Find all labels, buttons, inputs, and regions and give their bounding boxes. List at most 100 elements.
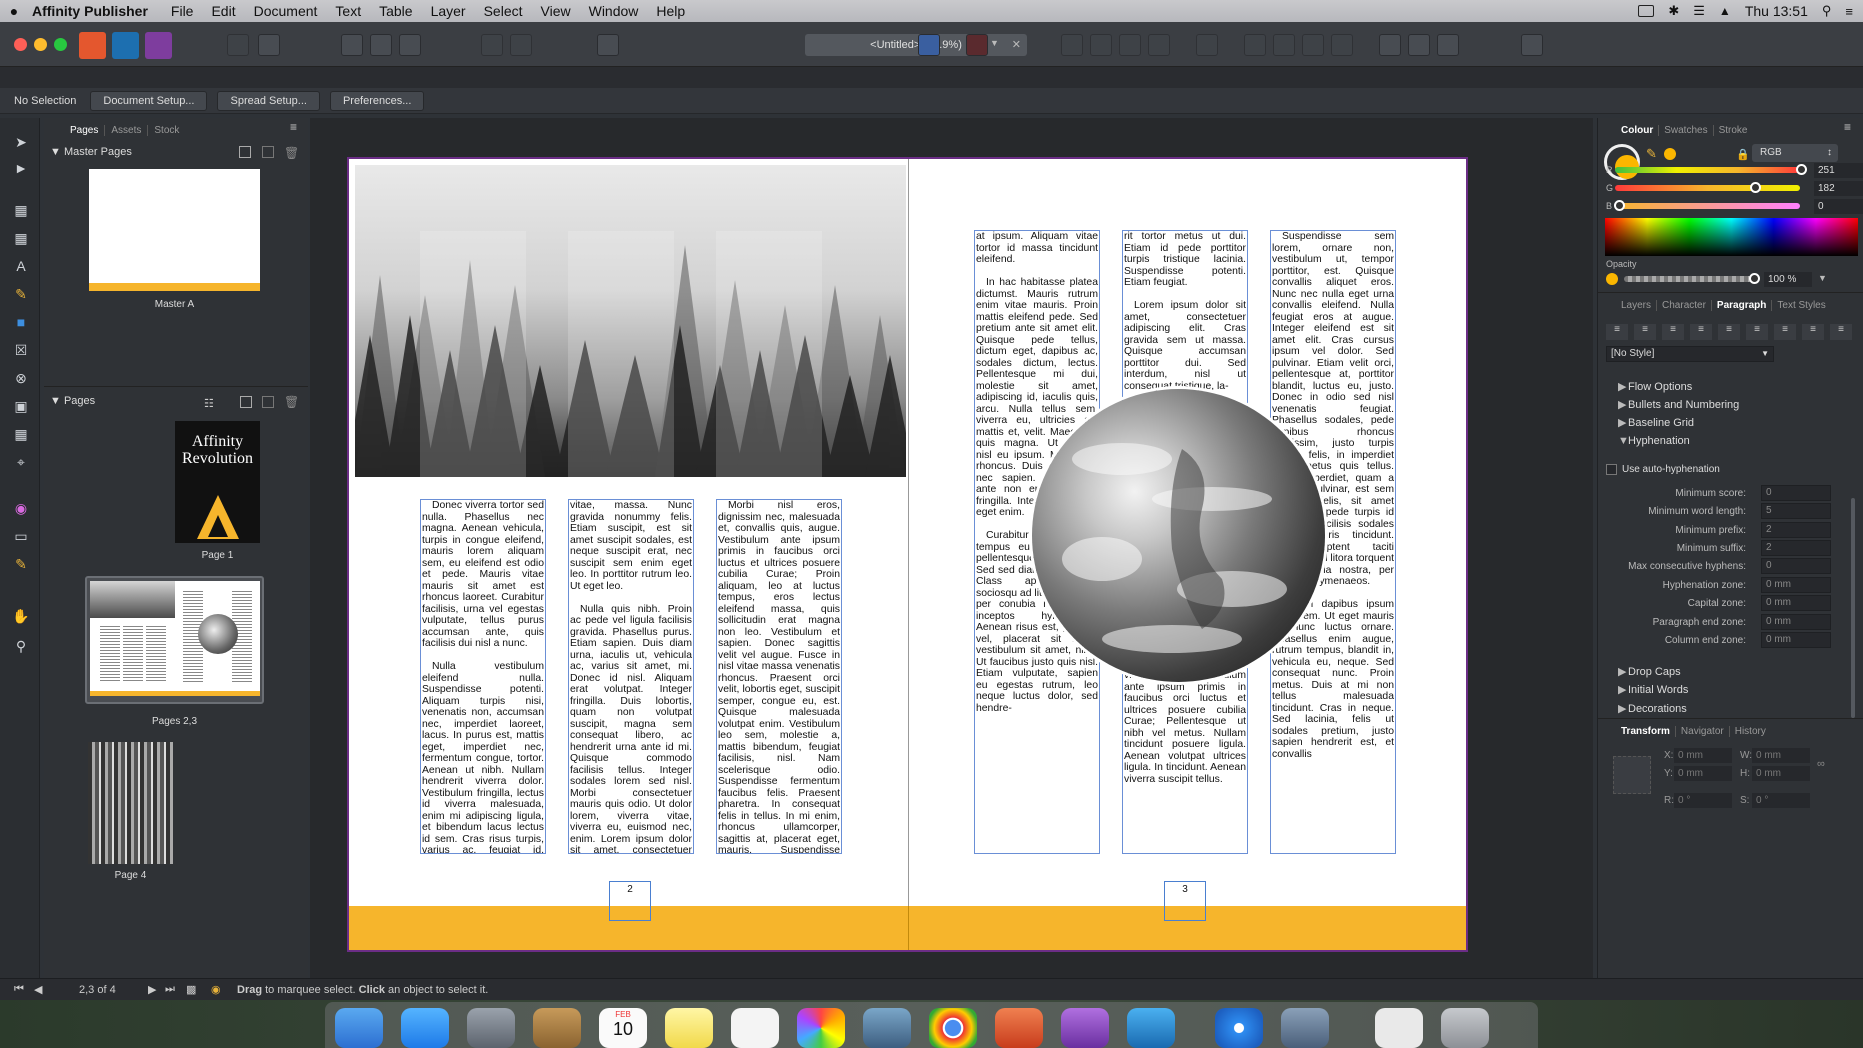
picked-color-swatch[interactable] bbox=[1664, 148, 1676, 160]
preflight-icon[interactable] bbox=[597, 34, 619, 56]
delete-page-icon[interactable]: 🗑 bbox=[284, 395, 299, 409]
page-4-thumbnail[interactable] bbox=[88, 742, 173, 864]
tab-pages[interactable]: Pages bbox=[64, 125, 105, 136]
preferences-button[interactable]: Preferences... bbox=[330, 91, 424, 111]
align-right-icon[interactable]: ≡ bbox=[1662, 324, 1684, 340]
page-3-thumbnail[interactable] bbox=[175, 581, 260, 696]
vector-crop-tool-icon[interactable]: ▦ bbox=[12, 426, 30, 442]
arrange-back-icon[interactable] bbox=[1061, 34, 1083, 56]
frame-icon[interactable] bbox=[399, 34, 421, 56]
opacity-dropdown-icon[interactable]: ▼ bbox=[1818, 273, 1827, 283]
hyphenation-zone-field[interactable]: 0 mm bbox=[1761, 577, 1831, 593]
pages-2-3-thumbnail-selection[interactable] bbox=[85, 576, 264, 704]
duplicate-master-icon[interactable] bbox=[262, 146, 274, 158]
artistic-text-tool-icon[interactable]: A bbox=[12, 258, 30, 274]
finder-icon[interactable] bbox=[335, 1008, 383, 1048]
justify-right-icon[interactable]: ≡ bbox=[1746, 324, 1768, 340]
clock[interactable]: Thu 13:51 bbox=[1745, 3, 1808, 19]
tab-navigator[interactable]: Navigator bbox=[1676, 726, 1730, 737]
documents-folder-icon[interactable] bbox=[1375, 1008, 1423, 1048]
text-frame[interactable]: vitae, massa. Nunc gravida nonummy felis… bbox=[568, 499, 694, 854]
ellipse-frame-tool-icon[interactable]: ⊗ bbox=[12, 370, 30, 386]
menu-view[interactable]: View bbox=[532, 3, 580, 19]
pen-tool-icon[interactable]: ✎ bbox=[12, 286, 30, 302]
capital-zone-field[interactable]: 0 mm bbox=[1761, 595, 1831, 611]
crop-tool-icon[interactable]: ⌖ bbox=[12, 454, 30, 470]
r-slider-handle[interactable] bbox=[1796, 164, 1807, 175]
affinity-photo-icon[interactable] bbox=[1061, 1008, 1109, 1048]
menu-document[interactable]: Document bbox=[245, 3, 327, 19]
arrange-backward-icon[interactable] bbox=[1090, 34, 1112, 56]
color-picker-icon[interactable]: ✎ bbox=[1646, 146, 1657, 162]
contacts-icon[interactable] bbox=[533, 1008, 581, 1048]
preview-icon[interactable] bbox=[863, 1008, 911, 1048]
x-field[interactable]: 0 mm bbox=[1674, 748, 1732, 763]
g-slider[interactable] bbox=[1615, 185, 1800, 191]
minimum-score-field[interactable]: 0 bbox=[1761, 485, 1831, 501]
initial-words-section[interactable]: ▶Initial Words bbox=[1618, 683, 1688, 696]
menu-file[interactable]: File bbox=[162, 3, 203, 19]
lock-icon[interactable]: 🔒 bbox=[1736, 148, 1750, 161]
duplicate-page-icon[interactable] bbox=[262, 396, 274, 408]
apply-master-icon[interactable]: ☷ bbox=[204, 397, 214, 410]
close-window-button[interactable] bbox=[14, 38, 27, 51]
menu-table[interactable]: Table bbox=[370, 3, 421, 19]
page-thumbnail-icon[interactable]: ▩ bbox=[186, 983, 196, 996]
node-tool-icon[interactable]: ► bbox=[12, 160, 30, 176]
shear-field[interactable]: 0 ° bbox=[1752, 793, 1810, 808]
menu-layer[interactable]: Layer bbox=[422, 3, 475, 19]
baseline-grid-section[interactable]: ▶Baseline Grid bbox=[1618, 416, 1694, 429]
photo-persona-icon[interactable] bbox=[145, 32, 172, 59]
panel-scrollbar[interactable] bbox=[1851, 498, 1855, 718]
publisher-persona-icon[interactable] bbox=[79, 32, 106, 59]
menu-edit[interactable]: Edit bbox=[202, 3, 244, 19]
bluetooth-icon[interactable]: ✱ bbox=[1668, 3, 1679, 19]
boolean-add-icon[interactable] bbox=[1379, 34, 1401, 56]
spread-setup-button[interactable]: Spread Setup... bbox=[217, 91, 319, 111]
page-indicator[interactable]: 2,3 of 4 bbox=[79, 984, 116, 996]
w-field[interactable]: 0 mm bbox=[1752, 748, 1810, 763]
share-icon[interactable] bbox=[227, 34, 249, 56]
colour-model-select[interactable]: RGB ↕ bbox=[1752, 144, 1838, 162]
trash-icon[interactable] bbox=[1441, 1008, 1489, 1048]
opacity-slider-handle[interactable] bbox=[1749, 273, 1760, 284]
minimum-suffix-field[interactable]: 2 bbox=[1761, 540, 1831, 556]
boolean-intersect-icon[interactable] bbox=[1437, 34, 1459, 56]
rotation-field[interactable]: 0 ° bbox=[1674, 793, 1732, 808]
eject-icon[interactable]: ▲ bbox=[1719, 4, 1731, 18]
align-icon[interactable] bbox=[1196, 34, 1218, 56]
first-page-icon[interactable]: ⏮ bbox=[14, 983, 24, 996]
page-1-thumbnail[interactable]: Affinity Revolution bbox=[175, 421, 260, 543]
decorations-section[interactable]: ▶Decorations bbox=[1618, 702, 1687, 715]
table-tool-icon[interactable]: ▦ bbox=[12, 230, 30, 246]
align-towards-spine-icon[interactable]: ≡ bbox=[1802, 324, 1824, 340]
snapping-icon[interactable] bbox=[966, 34, 988, 56]
drop-caps-section[interactable]: ▶Drop Caps bbox=[1618, 665, 1681, 678]
arrange-front-icon[interactable] bbox=[1148, 34, 1170, 56]
zoom-tool-icon[interactable]: ⚲ bbox=[12, 638, 30, 654]
safari-icon[interactable] bbox=[1215, 1008, 1263, 1048]
h-field[interactable]: 0 mm bbox=[1752, 766, 1810, 781]
previous-page-icon[interactable]: ◀ bbox=[34, 983, 42, 996]
snapping-dropdown-icon[interactable]: ▼ bbox=[990, 38, 999, 48]
minimum-prefix-field[interactable]: 2 bbox=[1761, 522, 1831, 538]
g-slider-handle[interactable] bbox=[1750, 182, 1761, 193]
search-icon[interactable]: ⚲ bbox=[1822, 3, 1832, 19]
designer-persona-icon[interactable] bbox=[112, 32, 139, 59]
launchpad-icon[interactable] bbox=[467, 1008, 515, 1048]
y-field[interactable]: 0 mm bbox=[1674, 766, 1732, 781]
reminders-icon[interactable] bbox=[731, 1008, 779, 1048]
text-frame[interactable]: Morbi nisl eros, dignissim nec, malesuad… bbox=[716, 499, 842, 854]
colour-spectrum[interactable] bbox=[1605, 218, 1858, 256]
panel-menu-icon[interactable]: ≡ bbox=[1844, 120, 1851, 134]
justify-left-icon[interactable]: ≡ bbox=[1690, 324, 1712, 340]
document-setup-button[interactable]: Document Setup... bbox=[90, 91, 207, 111]
tab-transform[interactable]: Transform bbox=[1616, 726, 1676, 737]
close-document-icon[interactable]: ✕ bbox=[1012, 34, 1021, 56]
chrome-icon[interactable] bbox=[929, 1008, 977, 1048]
photos-icon[interactable] bbox=[797, 1008, 845, 1048]
tab-swatches[interactable]: Swatches bbox=[1659, 125, 1713, 136]
menu-select[interactable]: Select bbox=[475, 3, 532, 19]
paragraph-end-zone-field[interactable]: 0 mm bbox=[1761, 614, 1831, 630]
earth-image[interactable] bbox=[1032, 389, 1325, 682]
